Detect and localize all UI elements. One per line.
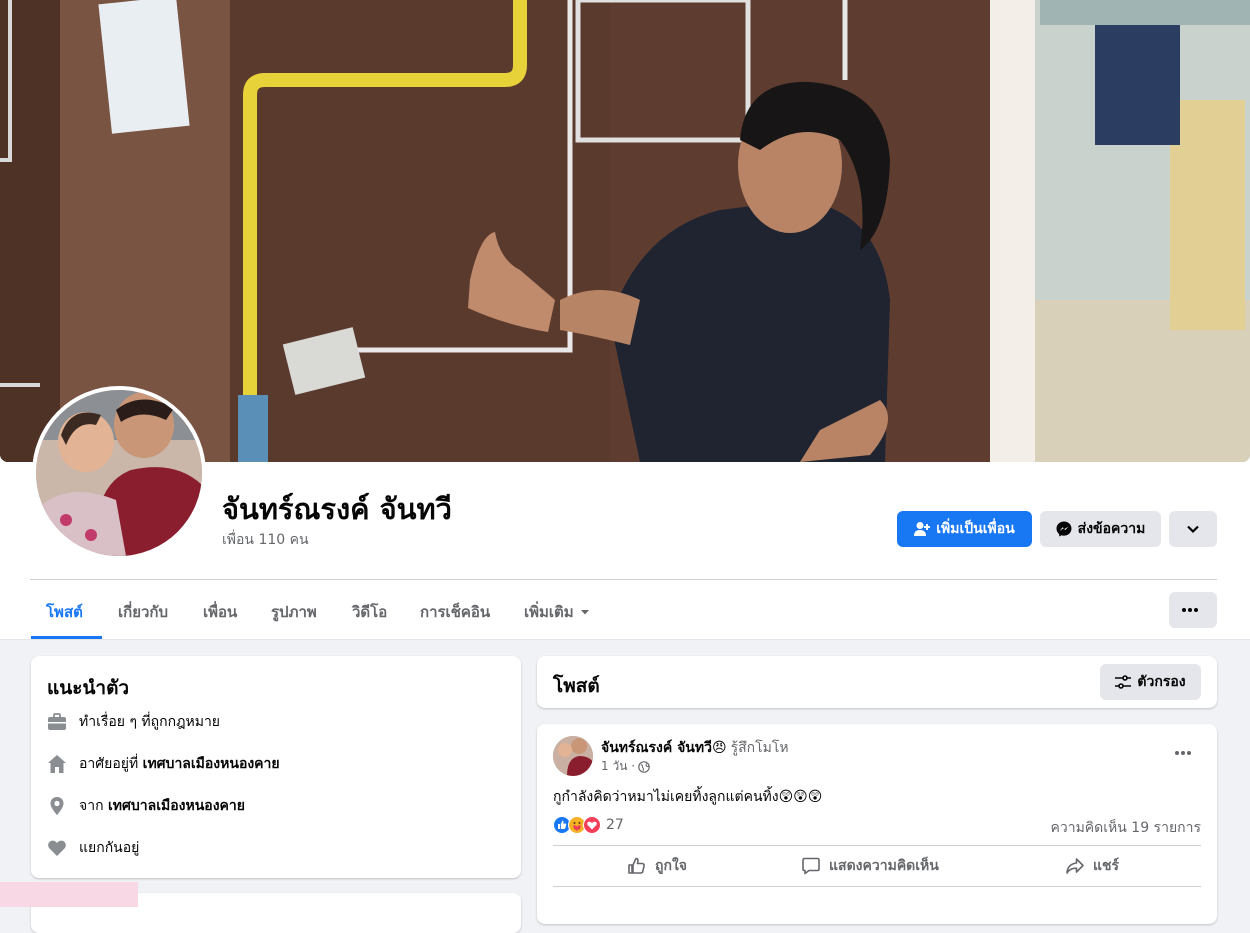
- tab-videos[interactable]: วิดีโอ: [352, 600, 387, 624]
- cover-photo[interactable]: [0, 0, 1250, 462]
- add-friend-button[interactable]: เพิ่มเป็นเพื่อน: [897, 511, 1032, 547]
- filter-icon: [1115, 675, 1132, 689]
- action-divider-bottom: [553, 886, 1201, 887]
- tab-more-label: เพิ่มเติม: [524, 603, 574, 621]
- intro-lives-prefix: อาศัยอยู่ที่: [79, 756, 139, 772]
- intro-relationship: แยกกันอยู่: [47, 837, 139, 859]
- comment-count[interactable]: ความคิดเห็น 19 รายการ: [1050, 817, 1201, 839]
- add-friend-label: เพิ่มเป็นเพื่อน: [936, 521, 1015, 537]
- share-arrow-icon: [1065, 856, 1085, 876]
- tab-about[interactable]: เกี่ยวกับ: [118, 600, 168, 624]
- intro-work-text: ทำเรื่อย ๆ ที่ถูกกฎหมาย: [79, 714, 221, 730]
- message-button[interactable]: ส่งข้อความ: [1040, 511, 1161, 547]
- intro-title: แนะนำตัว: [47, 677, 130, 699]
- tab-more[interactable]: เพิ่มเติม: [524, 600, 590, 624]
- profile-actions-dropdown[interactable]: [1169, 511, 1217, 547]
- comment-bubble-icon: [801, 856, 821, 876]
- comment-button[interactable]: แสดงความคิดเห็น: [801, 855, 939, 877]
- intro-card: แนะนำตัว ทำเรื่อย ๆ ที่ถูกกฎหมาย อาศัยอย…: [31, 656, 521, 878]
- intro-from: จาก เทศบาลเมืองหนองคาย: [47, 795, 245, 817]
- messenger-icon: [1056, 521, 1072, 537]
- share-label: แชร์: [1093, 858, 1120, 874]
- intro-relationship-text: แยกกันอยู่: [79, 840, 140, 856]
- post-author-avatar[interactable]: [553, 736, 593, 776]
- profile-divider: [30, 579, 1217, 580]
- love-reaction-icon: [583, 816, 601, 834]
- post-card: จันทร์ณรงค์ จันทวี 😠 รู้สึกโมโห 1 วัน · …: [537, 724, 1217, 924]
- pink-overlay-strip: [0, 882, 138, 907]
- like-button[interactable]: ถูกใจ: [627, 855, 687, 877]
- share-button[interactable]: แชร์: [1065, 855, 1119, 877]
- globe-icon: [638, 760, 650, 773]
- heart-icon: [47, 838, 67, 858]
- tab-checkins[interactable]: การเช็คอิน: [420, 600, 490, 624]
- thumbs-up-icon: [627, 856, 647, 876]
- profile-avatar[interactable]: [36, 390, 202, 556]
- location-pin-icon: [47, 796, 67, 816]
- post-meta: 1 วัน ·: [601, 757, 650, 776]
- ellipsis-icon: [1175, 751, 1191, 755]
- post-author-line: จันทร์ณรงค์ จันทวี 😠 รู้สึกโมโห: [601, 737, 789, 759]
- action-divider-top: [553, 845, 1201, 846]
- comment-label: แสดงความคิดเห็น: [829, 858, 939, 874]
- nav-bottom-line: [0, 639, 1250, 640]
- intro-lives-place[interactable]: เทศบาลเมืองหนองคาย: [143, 753, 280, 775]
- chevron-down-icon: [1186, 522, 1200, 536]
- home-icon: [47, 754, 67, 774]
- ellipsis-icon: [1182, 608, 1198, 612]
- reaction-count: 27: [606, 817, 624, 833]
- message-label: ส่งข้อความ: [1077, 521, 1146, 537]
- tab-friends[interactable]: เพื่อน: [203, 600, 237, 624]
- post-options-button[interactable]: [1167, 740, 1199, 766]
- like-label: ถูกใจ: [655, 858, 687, 874]
- friend-count[interactable]: เพื่อน 110 คน: [222, 529, 309, 551]
- tab-posts[interactable]: โพสต์: [46, 600, 83, 624]
- intro-lives: อาศัยอยู่ที่ เทศบาลเมืองหนองคาย: [47, 753, 280, 775]
- post-text: กูกำลังคิดว่าหมาไม่เคยทิ้งลูกแต่คนทิ้ง😲😲…: [553, 789, 823, 805]
- reaction-summary[interactable]: 27: [553, 816, 624, 834]
- filter-button[interactable]: ตัวกรอง: [1100, 664, 1201, 700]
- filter-label: ตัวกรอง: [1137, 674, 1186, 690]
- post-time[interactable]: 1 วัน ·: [601, 757, 635, 776]
- tab-photos[interactable]: รูปภาพ: [271, 600, 317, 624]
- intro-work: ทำเรื่อย ๆ ที่ถูกกฎหมาย: [47, 711, 220, 733]
- add-person-icon: [914, 521, 931, 537]
- intro-from-place[interactable]: เทศบาลเมืองหนองคาย: [108, 795, 245, 817]
- post-author-name[interactable]: จันทร์ณรงค์ จันทวี: [601, 737, 712, 759]
- posts-header-card: โพสต์ ตัวกรอง: [537, 656, 1217, 708]
- profile-name: จันทร์ณรงค์ จันทวี: [222, 492, 452, 526]
- caret-down-icon: [580, 607, 590, 617]
- intro-from-prefix: จาก: [79, 798, 104, 814]
- posts-title: โพสต์: [553, 675, 600, 697]
- more-options-button[interactable]: [1169, 592, 1217, 628]
- feeling-emoji: 😠: [711, 740, 727, 756]
- briefcase-icon: [47, 712, 67, 732]
- post-feeling: รู้สึกโมโห: [730, 740, 789, 756]
